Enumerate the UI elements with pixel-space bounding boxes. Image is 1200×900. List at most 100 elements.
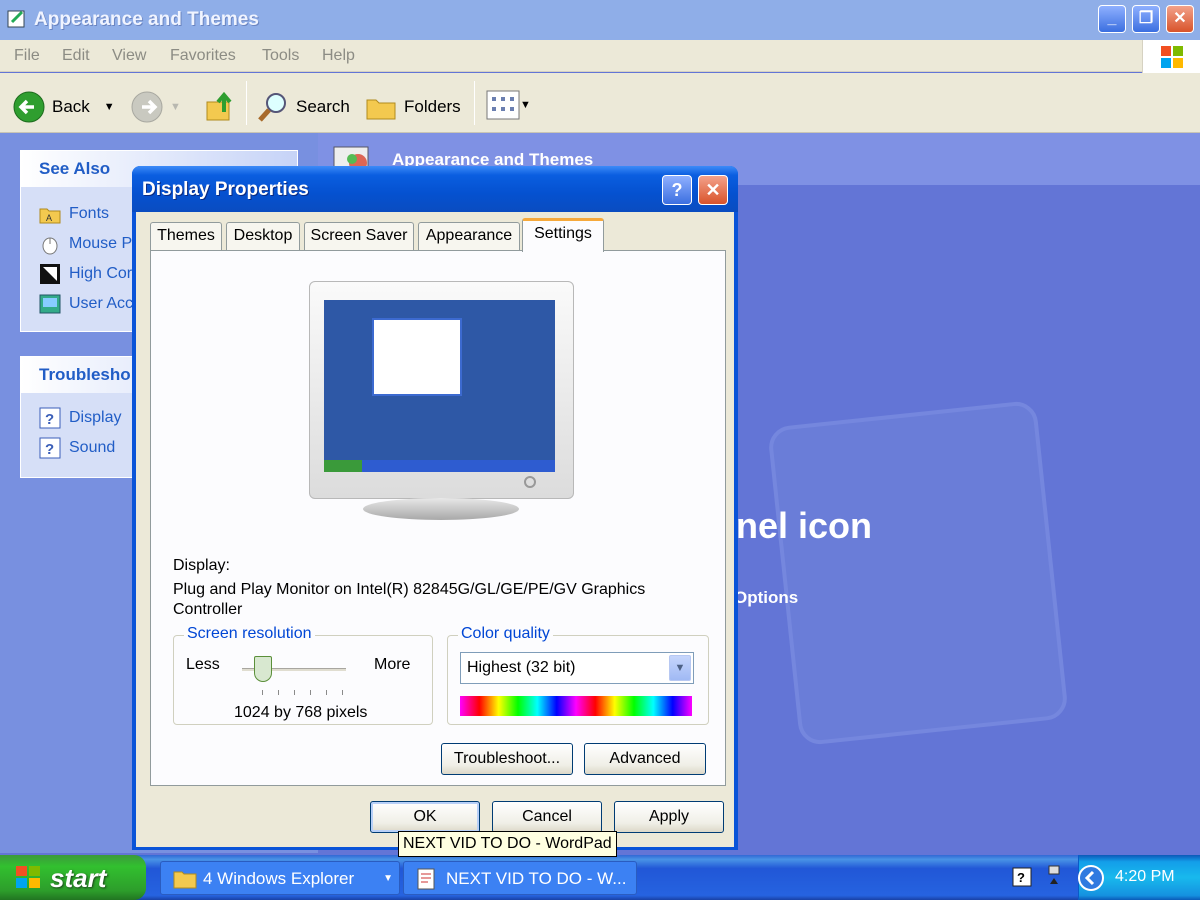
help-tray-icon[interactable]: ? bbox=[1012, 867, 1032, 887]
menu-file[interactable]: File bbox=[14, 47, 40, 65]
taskbar-button-explorer[interactable]: 4 Windows Explorer ▼ bbox=[160, 861, 400, 895]
color-quality-select[interactable]: Highest (32 bit) ▼ bbox=[460, 652, 694, 684]
help-icon: ? bbox=[39, 407, 61, 429]
folder-icon bbox=[173, 871, 197, 889]
resolution-less-label: Less bbox=[186, 656, 220, 673]
monitor-stand bbox=[363, 498, 519, 520]
tab-screen-saver[interactable]: Screen Saver bbox=[304, 222, 414, 250]
show-hidden-icons-icon[interactable] bbox=[1077, 864, 1105, 892]
troubleshooter-label: Display bbox=[69, 409, 122, 426]
dialog-close-button[interactable]: ✕ bbox=[698, 175, 728, 205]
preview-window bbox=[372, 318, 462, 396]
apply-button[interactable]: Apply bbox=[614, 801, 724, 833]
control-panel-icon bbox=[7, 10, 25, 28]
resolution-value: 1024 by 768 pixels bbox=[234, 704, 368, 721]
forward-button[interactable]: ▼ bbox=[130, 90, 181, 124]
tab-themes[interactable]: Themes bbox=[150, 222, 222, 250]
taskbar-button-wordpad[interactable]: NEXT VID TO DO - W... bbox=[403, 861, 637, 895]
svg-text:?: ? bbox=[45, 441, 54, 458]
monitor-power-button bbox=[524, 476, 536, 488]
display-device-line2: Controller bbox=[173, 601, 243, 618]
folders-icon bbox=[366, 99, 396, 120]
chevron-down-icon: ▼ bbox=[520, 99, 531, 111]
high-contrast-icon bbox=[40, 264, 60, 284]
resolution-more-label: More bbox=[374, 656, 411, 673]
system-tray: 4:20 PM bbox=[1078, 855, 1200, 900]
taskbar: start 4 Windows Explorer ▼ NEXT VID TO D… bbox=[0, 855, 1200, 900]
menu-favorites[interactable]: Favorites bbox=[170, 47, 236, 65]
taskbar-button-label: 4 Windows Explorer bbox=[203, 869, 355, 888]
explorer-title: Appearance and Themes bbox=[34, 9, 259, 30]
taskbar-button-label: NEXT VID TO DO - W... bbox=[446, 869, 627, 888]
up-folder-icon bbox=[206, 91, 232, 121]
tab-appearance[interactable]: Appearance bbox=[418, 222, 520, 250]
dialog-title: Display Properties bbox=[142, 179, 309, 200]
troubleshooter-label: Sound bbox=[69, 439, 116, 456]
back-button[interactable]: Back ▼ bbox=[12, 90, 115, 124]
screen-resolution-group: Screen resolution Less More 1024 by 768 … bbox=[173, 625, 433, 725]
tab-desktop[interactable]: Desktop bbox=[226, 222, 300, 250]
display-label: Display: bbox=[173, 557, 230, 574]
resolution-slider-thumb[interactable] bbox=[253, 656, 272, 682]
dialog-title-bar[interactable]: Display Properties ? ✕ bbox=[132, 166, 738, 212]
folders-label: Folders bbox=[404, 97, 461, 116]
wordpad-icon bbox=[417, 868, 435, 890]
folders-button[interactable]: Folders bbox=[364, 90, 461, 124]
desktop-preview-screen bbox=[324, 300, 555, 472]
display-properties-dialog: Display Properties ? ✕ Themes Desktop Sc… bbox=[132, 166, 738, 850]
see-also-label: Fonts bbox=[69, 205, 110, 222]
up-folder-button[interactable] bbox=[204, 90, 238, 124]
troubleshoot-button[interactable]: Troubleshoot... bbox=[441, 743, 573, 775]
menu-edit[interactable]: Edit bbox=[62, 47, 90, 65]
windows-flag-icon bbox=[16, 866, 40, 888]
color-spectrum-bar bbox=[460, 696, 692, 716]
forward-arrow-icon bbox=[131, 91, 163, 123]
network-tray-icon[interactable] bbox=[1046, 864, 1064, 890]
color-quality-group: Color quality Highest (32 bit) ▼ bbox=[447, 625, 709, 725]
cancel-button[interactable]: Cancel bbox=[492, 801, 602, 833]
see-also-label: User Acc bbox=[69, 295, 134, 312]
checkmark-watermark-icon bbox=[767, 399, 1069, 747]
search-label: Search bbox=[296, 97, 350, 116]
minimize-button[interactable]: _ bbox=[1098, 5, 1126, 33]
screen-resolution-title: Screen resolution bbox=[184, 625, 315, 643]
restore-button[interactable]: ❐ bbox=[1132, 5, 1160, 33]
chevron-down-icon[interactable]: ▼ bbox=[104, 101, 115, 113]
help-icon: ? bbox=[39, 437, 61, 459]
troubleshooters-title: Troublesho bbox=[39, 365, 131, 384]
menu-view[interactable]: View bbox=[112, 47, 146, 65]
svg-text:?: ? bbox=[1017, 870, 1025, 885]
help-button[interactable]: ? bbox=[662, 175, 692, 205]
menu-tools[interactable]: Tools bbox=[262, 47, 299, 65]
start-button[interactable]: start bbox=[0, 855, 146, 900]
chevron-down-icon: ▼ bbox=[383, 873, 393, 884]
start-label: start bbox=[50, 863, 107, 893]
svg-text:?: ? bbox=[45, 411, 54, 428]
back-label: Back bbox=[52, 97, 90, 116]
clock[interactable]: 4:20 PM bbox=[1115, 868, 1175, 886]
fonts-folder-icon: A bbox=[39, 208, 61, 224]
ok-button[interactable]: OK bbox=[370, 801, 480, 833]
dialog-body: Themes Desktop Screen Saver Appearance S… bbox=[136, 212, 734, 847]
resolution-slider-ticks bbox=[262, 690, 343, 696]
chevron-down-icon: ▼ bbox=[170, 101, 181, 113]
chevron-down-icon[interactable]: ▼ bbox=[669, 655, 691, 681]
pick-control-panel-icon-text[interactable]: nel icon bbox=[736, 505, 872, 547]
advanced-button[interactable]: Advanced bbox=[584, 743, 706, 775]
menu-help[interactable]: Help bbox=[322, 47, 355, 65]
search-icon bbox=[258, 93, 286, 122]
color-quality-value: Highest (32 bit) bbox=[467, 659, 576, 676]
views-button[interactable]: ▼ bbox=[486, 90, 531, 120]
search-button[interactable]: Search bbox=[256, 90, 350, 124]
options-link[interactable]: Options bbox=[734, 588, 798, 608]
close-button[interactable]: ✕ bbox=[1166, 5, 1194, 33]
mouse-icon bbox=[42, 237, 58, 255]
color-quality-title: Color quality bbox=[458, 625, 553, 643]
menu-bar: File Edit View Favorites Tools Help bbox=[0, 40, 1200, 72]
user-accounts-icon bbox=[39, 294, 61, 314]
tab-settings[interactable]: Settings bbox=[522, 218, 604, 252]
explorer-title-bar[interactable]: Appearance and Themes _ ❐ ✕ bbox=[0, 0, 1200, 40]
taskbar-tooltip: NEXT VID TO DO - WordPad bbox=[398, 831, 617, 857]
settings-tab-page: Display: Plug and Play Monitor on Intel(… bbox=[150, 250, 726, 786]
see-also-label: Mouse P bbox=[69, 235, 133, 252]
